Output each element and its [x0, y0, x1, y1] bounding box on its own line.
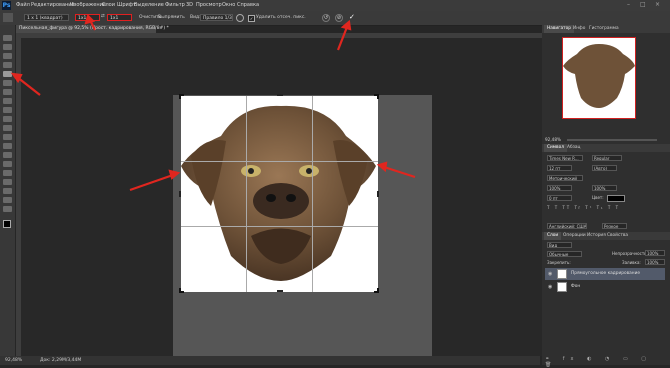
vertical-scale-field[interactable]: 100% — [547, 185, 572, 191]
eye-icon[interactable]: ◉ — [548, 268, 552, 280]
layer-row[interactable]: ◉ Прямоугольное кадрирование — [545, 268, 665, 280]
font-family-select[interactable]: Times New R... — [547, 155, 583, 161]
eye-icon[interactable]: ◉ — [548, 281, 552, 293]
navigator-thumbnail — [563, 44, 635, 108]
arrow-to-left-edge — [129, 173, 174, 192]
status-doc-info: Док: 2,29М/3,44М — [40, 358, 82, 363]
status-zoom[interactable]: 92,48% — [5, 356, 22, 365]
status-bar: 92,48% Док: 2,29М/3,44М — [0, 356, 540, 365]
opacity-label: Непрозрачность: — [612, 251, 648, 256]
arrow-to-crop-tool — [16, 76, 41, 96]
layer-thumbnail — [557, 282, 567, 292]
kerning-select[interactable]: Метрический — [547, 175, 583, 181]
tab-properties[interactable]: Свойства — [604, 232, 631, 240]
tab-histogram[interactable]: Гистограмма — [586, 25, 622, 33]
baseline-shift-field[interactable]: 0 пт — [547, 195, 572, 201]
tab-layers[interactable]: Слои — [544, 232, 562, 240]
navigator-preview[interactable] — [562, 37, 636, 119]
arrow-head — [376, 161, 388, 173]
tab-paragraph[interactable]: Абзац — [564, 144, 583, 152]
arrow-head — [84, 13, 96, 25]
antialias-select[interactable]: Резкое — [602, 223, 627, 229]
arrow-to-commit — [336, 26, 349, 51]
type-style-buttons[interactable]: T T TT Tr T¹ T₁ T T — [547, 205, 647, 210]
blend-mode-select[interactable]: Обычные — [547, 251, 582, 257]
navigator-tabs: Навигатор Инфо Гистограмма — [542, 25, 670, 33]
lock-label: Закрепить: — [547, 260, 571, 265]
arrow-head — [340, 19, 352, 31]
leading-field[interactable]: (Авто) — [592, 165, 617, 171]
fill-label: Заливка: — [622, 260, 641, 265]
layer-kind-filter[interactable]: Вид — [547, 242, 572, 248]
text-color-swatch[interactable] — [607, 195, 625, 202]
navigator-zoom[interactable]: 92,48% — [545, 137, 561, 142]
layer-row[interactable]: ◉ Фон — [545, 281, 665, 293]
font-style-select[interactable]: Regular — [592, 155, 622, 161]
arrow-to-right-edge — [383, 165, 416, 179]
navigator-zoom-slider[interactable] — [567, 139, 657, 141]
layer-thumbnail — [557, 269, 567, 279]
layers-tabs: Слои Операции История Свойства — [542, 232, 670, 240]
character-tabs: Символ Абзац — [542, 144, 670, 152]
horizontal-scale-field[interactable]: 100% — [592, 185, 617, 191]
layer-name[interactable]: Прямоугольное кадрирование — [571, 268, 640, 280]
language-select[interactable]: Английский: США — [547, 223, 587, 229]
arrow-head — [168, 169, 181, 180]
fill-field[interactable]: 100% — [645, 259, 665, 265]
color-label: Цвет: — [592, 195, 604, 200]
layers-footer-icons[interactable]: ⚭ fx ◐ ◔ ▭ ▢ 🗑 — [545, 356, 665, 368]
font-size-field[interactable]: 12 пт — [547, 165, 572, 171]
layer-name[interactable]: Фон — [571, 281, 580, 293]
opacity-field[interactable]: 100% — [645, 250, 665, 256]
